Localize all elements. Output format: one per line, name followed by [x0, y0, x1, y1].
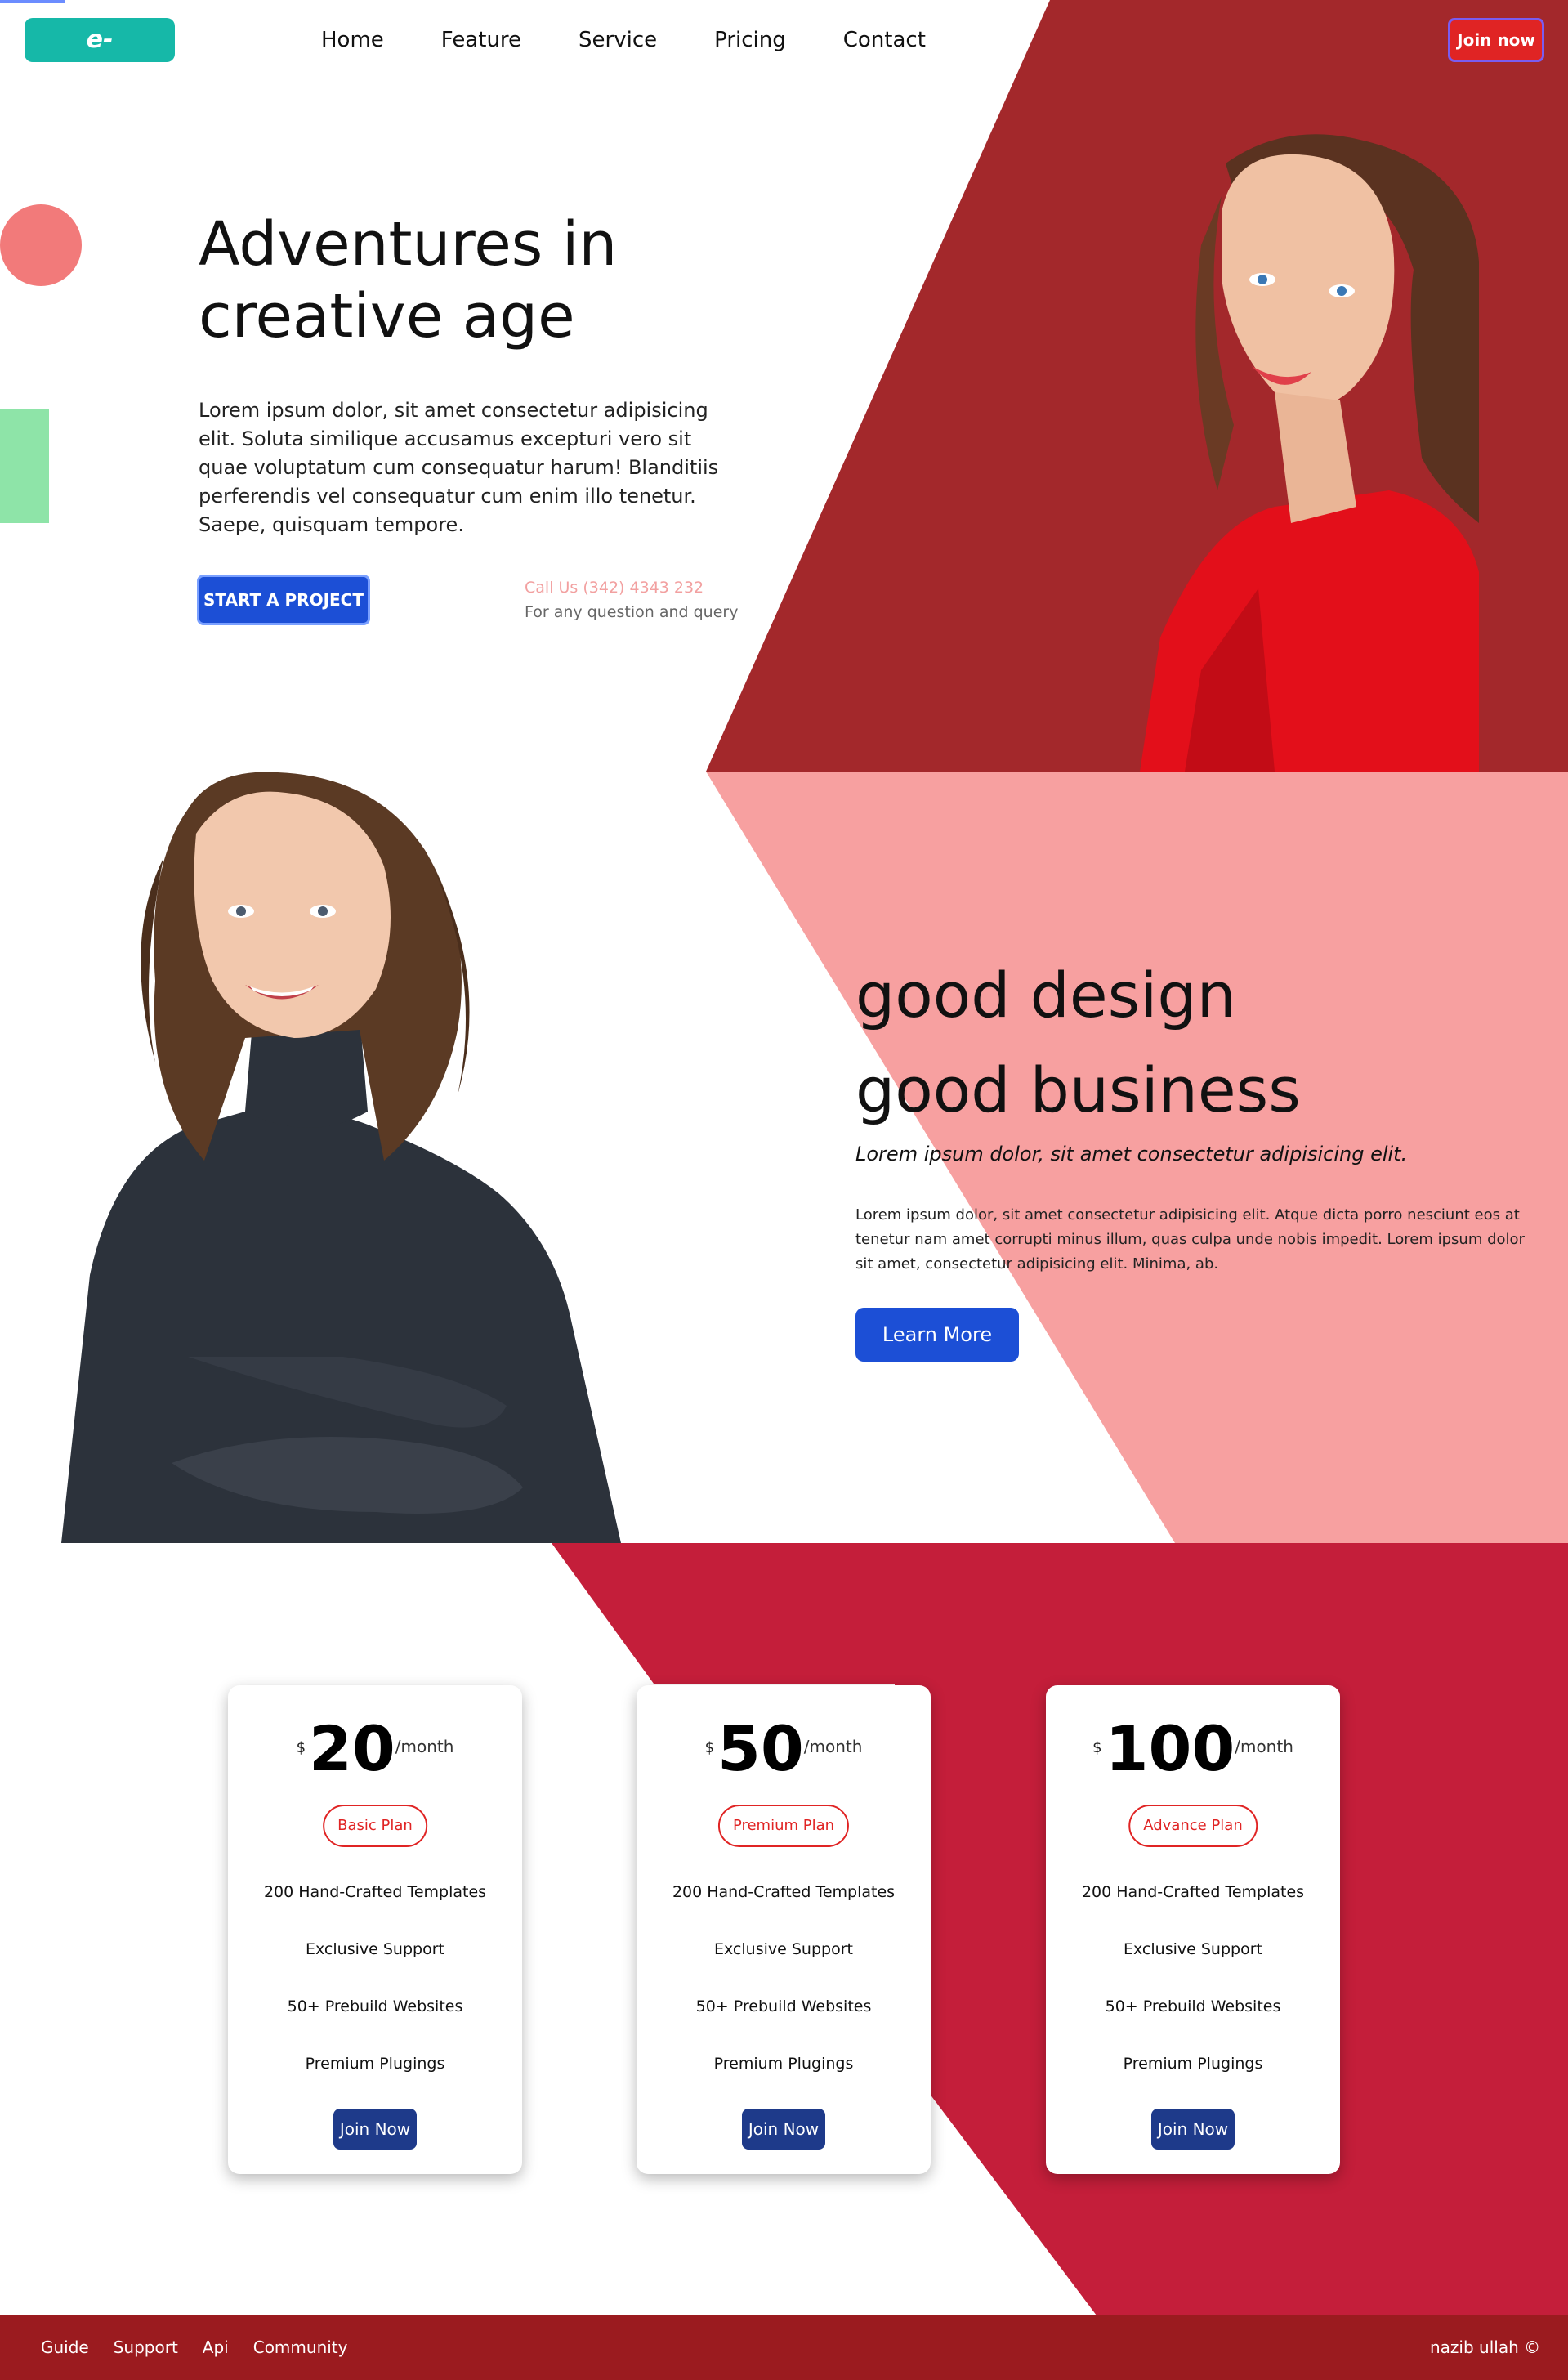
plan-feature: 200 Hand-Crafted Templates: [1081, 1883, 1305, 1901]
hero-title-line1: Adventures in: [199, 209, 618, 280]
hero-title: Adventures in creative age: [199, 208, 771, 352]
footer-links: Guide Support Api Community: [41, 2338, 373, 2357]
plan-feature: 200 Hand-Crafted Templates: [263, 1883, 487, 1901]
design-heading-line1: good design: [855, 959, 1236, 1031]
hero-portrait-image: [1136, 123, 1479, 772]
plan-feature: Exclusive Support: [1124, 1940, 1262, 1958]
price-period: /month: [803, 1737, 863, 1756]
price-amount: 20: [309, 1712, 395, 1785]
learn-more-button[interactable]: Learn More: [855, 1308, 1019, 1362]
price-period: /month: [395, 1737, 454, 1756]
plan-join-button[interactable]: Join Now: [742, 2109, 825, 2150]
start-project-button[interactable]: START A PROJECT: [197, 575, 370, 625]
plan-name-badge: Advance Plan: [1128, 1805, 1258, 1847]
plan-feature: Premium Plugings: [713, 2055, 854, 2073]
call-us-subtext: For any question and query: [525, 603, 739, 621]
brand-logo[interactable]: e-commerce: [25, 18, 175, 98]
design-description: Lorem ipsum dolor, sit amet consectetur …: [855, 1206, 1525, 1273]
price-currency: $: [704, 1739, 715, 1756]
plan-name-badge: Basic Plan: [323, 1805, 427, 1847]
call-us-link[interactable]: Call Us (342) 4343 232: [525, 579, 704, 597]
price-period: /month: [1235, 1737, 1293, 1756]
price: $ 100 /month: [1046, 1713, 1340, 1785]
plan-feature: 50+ Prebuild Websites: [1105, 1998, 1281, 2015]
nav-feature[interactable]: Feature: [441, 26, 521, 54]
design-heading: good design good business: [855, 948, 1301, 1138]
footer-link-api[interactable]: Api: [203, 2338, 229, 2357]
plan-feature: Exclusive Support: [714, 1940, 853, 1958]
price-currency: $: [296, 1739, 306, 1756]
top-accent-bar: [0, 0, 65, 3]
price-amount: 50: [717, 1712, 804, 1785]
plan-feature: Premium Plugings: [1123, 2055, 1263, 2073]
join-now-button[interactable]: Join now: [1448, 18, 1544, 62]
price: $ 50 /month: [637, 1713, 931, 1785]
nav-contact[interactable]: Contact: [843, 26, 926, 54]
nav-service[interactable]: Service: [579, 26, 657, 54]
decorative-rectangle: [0, 409, 49, 523]
plan-name-badge: Premium Plan: [717, 1805, 850, 1847]
price-amount: 100: [1105, 1712, 1235, 1785]
pricing-card-advance: $ 100 /month Advance Plan 200 Hand-Craft…: [1046, 1685, 1340, 2174]
footer-link-guide[interactable]: Guide: [41, 2338, 89, 2357]
price: $ 20 /month: [228, 1713, 522, 1785]
footer-copyright: nazib ullah ©: [1430, 2338, 1541, 2357]
main-nav: Home Feature Service Pricing Contact: [321, 26, 983, 54]
design-heading-line2: good business: [855, 1054, 1301, 1126]
pricing-card-basic: $ 20 /month Basic Plan 200 Hand-Crafted …: [228, 1685, 522, 2174]
footer-link-community[interactable]: Community: [253, 2338, 348, 2357]
plan-feature: Premium Plugings: [305, 2055, 445, 2073]
design-subtitle: Lorem ipsum dolor, sit amet consectetur …: [855, 1143, 1408, 1165]
plan-join-button[interactable]: Join Now: [1151, 2109, 1235, 2150]
decorative-circle: [0, 204, 82, 286]
plan-feature: Exclusive Support: [306, 1940, 444, 1958]
pricing-card-premium: $ 50 /month Premium Plan 200 Hand-Crafte…: [637, 1685, 931, 2174]
design-portrait-image: [61, 772, 621, 1543]
hero-title-line2: creative age: [199, 281, 575, 351]
plan-feature: 50+ Prebuild Websites: [287, 1998, 463, 2015]
plan-join-button[interactable]: Join Now: [333, 2109, 417, 2150]
hero-description: Lorem ipsum dolor, sit amet consectetur …: [199, 399, 719, 536]
footer-link-support[interactable]: Support: [114, 2338, 178, 2357]
price-currency: $: [1092, 1739, 1102, 1756]
plan-feature: 200 Hand-Crafted Templates: [672, 1883, 896, 1901]
plan-feature: 50+ Prebuild Websites: [695, 1998, 872, 2015]
nav-home[interactable]: Home: [321, 26, 384, 54]
nav-pricing[interactable]: Pricing: [714, 26, 786, 54]
